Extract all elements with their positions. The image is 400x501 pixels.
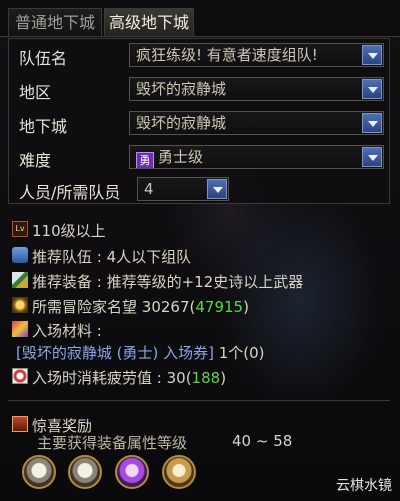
recommended-party-text: 推荐队伍 : 4人以下组队 — [32, 248, 192, 266]
reputation-text: 所需冒险家名望 30267(47915) — [32, 298, 249, 316]
recommended-gear-text: 推荐装备 : 推荐等级的+12史诗以上武器 — [32, 273, 304, 291]
dungeon-row: 地下城 毁坏的寂静城 — [9, 111, 389, 137]
difficulty-row: 难度 勇勇士级 — [9, 145, 389, 171]
dungeon-value: 毁坏的寂静城 — [136, 114, 227, 132]
members-row: 人员/所需队员 4 — [9, 177, 389, 203]
reward-orb-white-icon[interactable] — [68, 455, 102, 489]
difficulty-label: 难度 — [19, 151, 52, 170]
reward-orb-white-icon[interactable] — [22, 455, 56, 489]
chest-icon — [12, 416, 28, 432]
difficulty-value: 勇士级 — [158, 148, 204, 166]
rewards-subtitle: 主要获得装备属性等级 — [37, 434, 188, 452]
party-name-label: 队伍名 — [19, 49, 68, 68]
region-select[interactable]: 毁坏的寂静城 — [129, 77, 384, 101]
ticket-name[interactable]: [毁坏的寂静城 (勇士) 入场券] — [16, 344, 214, 362]
region-label: 地区 — [19, 83, 52, 102]
party-form: 队伍名 疯狂练级! 有意者速度组队! 地区 毁坏的寂静城 地下城 毁坏的寂静城 … — [8, 38, 390, 204]
region-row: 地区 毁坏的寂静城 — [9, 77, 389, 103]
reward-orb-gold-icon[interactable] — [162, 455, 196, 489]
party-name-row: 队伍名 疯狂练级! 有意者速度组队! — [9, 43, 389, 69]
region-value: 毁坏的寂静城 — [136, 80, 227, 98]
reputation-label: 所需冒险家名望 — [32, 298, 138, 316]
reputation-value: 30267 — [141, 298, 190, 316]
party-icon — [12, 247, 28, 263]
level-text: 110级以上 — [32, 222, 106, 240]
dropdown-arrow-icon[interactable] — [207, 179, 227, 199]
members-select[interactable]: 4 — [137, 177, 229, 201]
dropdown-arrow-icon[interactable] — [362, 147, 382, 167]
ticket-line: [毁坏的寂静城 (勇士) 入场券] 1个(0) — [16, 342, 265, 364]
rewards-divider — [8, 400, 390, 401]
tab-bar: 普通地下城 高级地下城 — [0, 0, 400, 37]
reputation-extra: 47915 — [195, 298, 244, 316]
dropdown-arrow-icon[interactable] — [362, 113, 382, 133]
fatigue-label: 入场时消耗疲劳值 : 30 — [32, 369, 186, 387]
members-value: 4 — [144, 180, 154, 198]
reputation-icon — [12, 297, 28, 313]
warrior-badge-icon: 勇 — [136, 152, 154, 168]
dropdown-arrow-icon[interactable] — [362, 45, 382, 65]
dropdown-arrow-icon[interactable] — [362, 79, 382, 99]
dungeon-select[interactable]: 毁坏的寂静城 — [129, 111, 384, 135]
tab-normal-dungeon[interactable]: 普通地下城 — [8, 8, 102, 36]
fatigue-extra: 188 — [191, 369, 221, 387]
fatigue-icon — [12, 368, 28, 384]
members-label: 人员/所需队员 — [19, 183, 121, 202]
watermark: 云棋水镜 — [336, 478, 392, 494]
sword-icon — [12, 272, 28, 288]
materials-label: 入场材料 : — [32, 322, 102, 340]
fatigue-text: 入场时消耗疲劳值 : 30(188) — [32, 369, 227, 387]
materials-icon — [12, 321, 28, 337]
rewards-range: 40 ~ 58 — [232, 432, 293, 450]
party-name-value: 疯狂练级! 有意者速度组队! — [136, 46, 318, 64]
dungeon-label: 地下城 — [19, 117, 68, 136]
tab-divider — [0, 36, 400, 37]
ticket-count: 1个(0) — [218, 344, 265, 362]
reward-orb-purple-icon[interactable] — [115, 455, 149, 489]
party-name-select[interactable]: 疯狂练级! 有意者速度组队! — [129, 43, 384, 67]
level-icon: Lv — [12, 221, 28, 237]
tab-advanced-dungeon[interactable]: 高级地下城 — [104, 8, 194, 36]
difficulty-select[interactable]: 勇勇士级 — [129, 145, 384, 169]
